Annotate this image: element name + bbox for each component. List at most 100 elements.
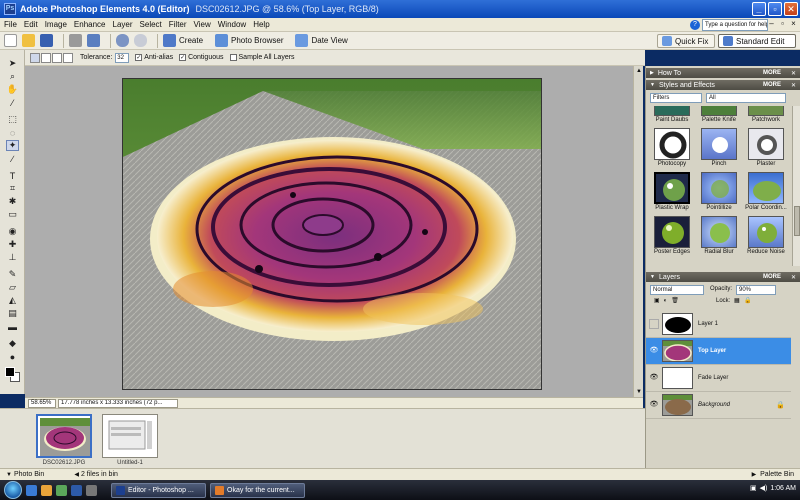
how-to-palette-header[interactable]: ▶ How To MORE ✕ (646, 68, 800, 78)
help-icon[interactable]: ? (690, 20, 700, 30)
close-icon[interactable]: ✕ (791, 70, 796, 77)
opacity-input[interactable]: 90% (736, 285, 776, 295)
blend-mode-select[interactable]: Normal (650, 285, 704, 295)
eye-icon[interactable]: 👁 (649, 400, 659, 410)
menu-window[interactable]: Window (218, 20, 246, 29)
menu-help[interactable]: Help (253, 20, 269, 29)
marquee-tool-icon[interactable]: ⬚ (6, 114, 19, 125)
menu-filter[interactable]: Filter (169, 20, 187, 29)
start-button[interactable] (4, 481, 22, 499)
pencil-tool-icon[interactable]: ✎ (6, 269, 19, 280)
bin-thumbnail-dsc02612[interactable] (36, 414, 92, 458)
effects-scrollbar[interactable] (792, 106, 800, 266)
crop-tool-icon[interactable]: ⌗ (6, 183, 19, 194)
foreground-color-swatch[interactable] (5, 367, 15, 377)
selection-brush-tool-icon[interactable]: ∕ (6, 153, 19, 164)
eraser-tool-icon[interactable]: ▱ (6, 282, 19, 293)
word-icon[interactable] (71, 484, 82, 496)
menu-enhance[interactable]: Enhance (74, 20, 106, 29)
menu-image[interactable]: Image (45, 20, 67, 29)
hand-tool-icon[interactable]: ✋ (6, 84, 19, 95)
effect-palette-knife[interactable]: Palette Knife (697, 106, 741, 127)
move-tool-icon[interactable]: ➤ (6, 58, 19, 69)
layer-row-fade-layer[interactable]: 👁 Fade Layer (646, 365, 791, 392)
taskbar-photoshop[interactable]: Editor - Photoshop ... (111, 482, 206, 498)
menu-layer[interactable]: Layer (113, 20, 133, 29)
zoom-tool-icon[interactable]: ⌕ (6, 71, 19, 82)
photo-browser-button[interactable]: Photo Browser (215, 34, 283, 47)
eyedropper-tool-icon[interactable]: ⁄ (6, 97, 19, 108)
sample-all-layers-checkbox[interactable] (229, 54, 237, 61)
explorer-icon[interactable] (41, 484, 52, 496)
red-eye-tool-icon[interactable]: ◉ (6, 226, 19, 237)
clock[interactable]: 1:06 AM (770, 485, 796, 492)
tolerance-input[interactable]: 32 (115, 52, 130, 63)
doc-close-button[interactable]: × (789, 19, 798, 29)
doc-minimize-button[interactable]: – (767, 19, 776, 29)
open-folder-icon[interactable] (22, 34, 35, 47)
effects-category-select[interactable]: Filters (650, 93, 702, 103)
styles-more-button[interactable]: MORE (763, 82, 781, 88)
menu-view[interactable]: View (194, 20, 211, 29)
photo-bin-toggle[interactable]: ▼ Photo Bin (6, 471, 44, 478)
save-icon[interactable] (40, 34, 53, 47)
create-button[interactable]: Create (163, 34, 203, 47)
effects-subcategory-select[interactable]: All (706, 93, 786, 103)
document-image[interactable] (122, 78, 542, 390)
sponge-tool-icon[interactable]: ● (6, 351, 19, 362)
blur-tool-icon[interactable]: ◆ (6, 338, 19, 349)
menu-select[interactable]: Select (140, 20, 162, 29)
ie-icon[interactable] (26, 484, 37, 496)
quick-fix-button[interactable]: Quick Fix (657, 34, 715, 48)
gradient-tool-icon[interactable]: ▤ (6, 308, 19, 319)
vertical-scrollbar[interactable]: ▲ ▼ (633, 66, 643, 397)
lock-transparency-icon[interactable]: ▦ (734, 297, 740, 307)
clone-stamp-tool-icon[interactable]: ⊥ (6, 252, 19, 263)
standard-edit-button[interactable]: Standard Edit (718, 34, 796, 48)
layer-row-top-layer[interactable]: 👁 Top Layer (646, 338, 791, 365)
scroll-down-icon[interactable]: ▼ (634, 387, 644, 397)
cookie-cutter-tool-icon[interactable]: ✱ (6, 196, 19, 207)
menu-file[interactable]: File (4, 20, 17, 29)
effect-reduce-noise[interactable]: Reduce Noise (744, 216, 788, 259)
zoom-level[interactable]: 58.65% (28, 398, 56, 408)
bin-thumbnail-untitled[interactable] (102, 414, 158, 458)
undo-icon[interactable] (116, 34, 129, 47)
healing-brush-tool-icon[interactable]: ✚ (6, 239, 19, 250)
media-icon[interactable] (56, 484, 67, 496)
effect-photocopy[interactable]: Photocopy (650, 128, 694, 171)
eye-icon[interactable]: 👁 (649, 373, 659, 383)
scrollbar-thumb[interactable] (794, 206, 800, 236)
layers-palette-header[interactable]: ▼ Layers MORE ✕ (646, 272, 800, 282)
maximize-button[interactable]: ▫ (768, 2, 782, 16)
minimize-button[interactable]: _ (752, 2, 766, 16)
delete-layer-icon[interactable]: 🗑 (671, 297, 679, 307)
help-search-field[interactable]: Type a question for help (702, 19, 768, 31)
styles-effects-palette-header[interactable]: ▼ Styles and Effects MORE ✕ (646, 80, 800, 90)
paint-bucket-tool-icon[interactable]: ◭ (6, 295, 19, 306)
bin-options[interactable]: ◀ 2 files in bin (74, 471, 118, 478)
effect-radial-blur[interactable]: Radial Blur (697, 216, 741, 259)
print-online-icon[interactable] (87, 34, 100, 47)
scroll-up-icon[interactable]: ▲ (634, 66, 644, 76)
lock-all-icon[interactable]: 🔒 (744, 297, 751, 307)
effect-pointillize[interactable]: Pointillize (697, 172, 741, 215)
effect-plaster[interactable]: Plaster (744, 128, 788, 171)
add-selection-icon[interactable] (41, 52, 51, 63)
menu-edit[interactable]: Edit (24, 20, 38, 29)
lasso-tool-icon[interactable]: ◌ (6, 127, 19, 138)
doc-restore-button[interactable]: ▫ (778, 19, 787, 29)
eye-icon[interactable]: 👁 (649, 346, 659, 356)
close-icon[interactable]: ✕ (791, 274, 796, 281)
effect-polar-coordinates[interactable]: Polar Coordin... (744, 172, 788, 215)
effect-poster-edges[interactable]: Poster Edges (650, 216, 694, 259)
show-desktop-icon[interactable] (86, 484, 97, 496)
close-icon[interactable]: ✕ (791, 82, 796, 89)
adjustment-layer-icon[interactable]: ◐ (664, 297, 668, 307)
network-icon[interactable]: ▣ (750, 484, 757, 492)
print-icon[interactable] (69, 34, 82, 47)
contiguous-checkbox[interactable]: ✓ (179, 54, 187, 61)
date-view-button[interactable]: Date View (295, 34, 348, 47)
visibility-toggle[interactable] (649, 319, 659, 329)
new-layer-icon[interactable]: ▣ (654, 297, 660, 307)
